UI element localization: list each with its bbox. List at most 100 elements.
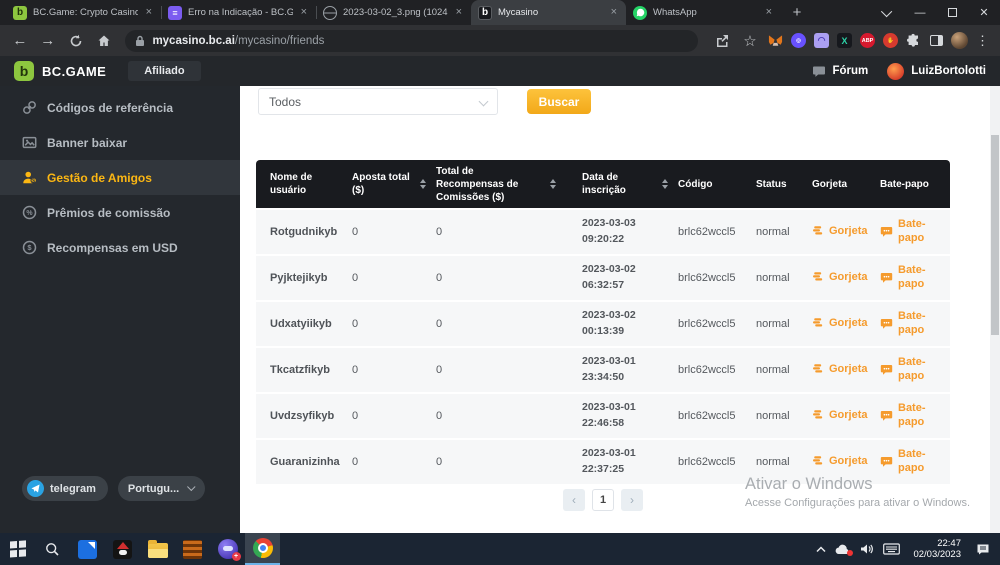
taskbar-clock[interactable]: 22:47 02/03/2023: [913, 538, 961, 560]
column-label: Nome de usuário: [270, 171, 342, 197]
tip-label: Gorjeta: [829, 409, 868, 421]
forward-icon[interactable]: →: [36, 29, 60, 53]
metamask-extension-icon[interactable]: [766, 31, 785, 50]
url-domain: mycasino.bc.ai: [152, 35, 234, 47]
ghost-wallet-extension-icon[interactable]: ◠: [812, 31, 831, 50]
affiliate-tab[interactable]: Afiliado: [128, 61, 200, 81]
tab-close-icon[interactable]: ×: [764, 7, 774, 18]
column-label: Data de inscrição: [582, 171, 656, 197]
browser-tab[interactable]: bMycasino×: [471, 0, 626, 25]
sort-arrows-icon[interactable]: [550, 179, 556, 189]
current-page-button[interactable]: 1: [592, 489, 614, 511]
home-icon[interactable]: [92, 29, 116, 53]
cell-chat: Bate-papo: [872, 356, 950, 384]
cell-bet-total: 0: [344, 456, 428, 468]
tray-cloud-icon[interactable]: [835, 544, 851, 555]
maximize-icon[interactable]: [936, 0, 968, 25]
chat-link[interactable]: Bate-papo: [880, 264, 942, 292]
chat-link[interactable]: Bate-papo: [880, 448, 942, 476]
sidebar-item-commission[interactable]: %Prêmios de comissão: [0, 195, 240, 230]
language-selector[interactable]: Portugu...: [118, 476, 205, 501]
next-page-button[interactable]: ›: [621, 489, 643, 511]
taskbar-app-purple-icon[interactable]: +: [210, 533, 245, 565]
tray-keyboard-icon[interactable]: [883, 543, 900, 555]
tab-search-chevron-icon[interactable]: [872, 0, 904, 25]
browser-tab[interactable]: ≡Erro na Indicação - BC.Game×: [161, 0, 316, 25]
browser-tab[interactable]: 2023-03-02_3.png (1024×76×: [316, 0, 471, 25]
reload-icon[interactable]: [64, 29, 88, 53]
x-exchange-extension-icon[interactable]: X: [835, 31, 854, 50]
tip-link[interactable]: Gorjeta: [812, 409, 868, 421]
side-panel-icon[interactable]: [927, 31, 946, 50]
cell-commission-rewards: 0: [428, 364, 574, 376]
purple-wallet-extension-icon[interactable]: ◎: [789, 31, 808, 50]
minimize-icon[interactable]: —: [904, 0, 936, 25]
profile-avatar[interactable]: [950, 31, 969, 50]
sidebar-item-usd[interactable]: $Recompensas em USD: [0, 230, 240, 265]
forum-link[interactable]: Fórum: [812, 65, 868, 78]
header-right: Fórum LuizBortolotti: [812, 63, 986, 80]
bookmark-star-icon[interactable]: ☆: [738, 29, 762, 53]
filter-select[interactable]: Todos: [258, 88, 498, 115]
tab-close-icon[interactable]: ×: [299, 7, 309, 18]
tip-link[interactable]: Gorjeta: [812, 225, 868, 237]
table-row: Rotgudnikyb002023-03-0309:20:22brlc62wcc…: [256, 210, 950, 254]
sidebar-item-link[interactable]: Códigos de referência: [0, 90, 240, 125]
tray-volume-icon[interactable]: [860, 543, 874, 555]
taskbar-search-icon[interactable]: [35, 533, 70, 565]
chat-link[interactable]: Bate-papo: [880, 218, 942, 246]
browser-tab[interactable]: bBC.Game: Crypto Casino Gam×: [6, 0, 161, 25]
taskbar-app-dark-icon[interactable]: [105, 533, 140, 565]
column-header[interactable]: Aposta total ($): [344, 160, 428, 208]
tip-link[interactable]: Gorjeta: [812, 317, 868, 329]
sidebar-item-friends[interactable]: $Gestão de Amigos: [0, 160, 240, 195]
red-stop-extension-icon[interactable]: ✋: [881, 31, 900, 50]
taskbar-app-amd-icon[interactable]: [70, 533, 105, 565]
cell-commission-rewards: 0: [428, 410, 574, 422]
cell-bet-total: 0: [344, 364, 428, 376]
address-bar[interactable]: mycasino.bc.ai /mycasino/friends: [125, 30, 698, 52]
tab-close-icon[interactable]: ×: [144, 7, 154, 18]
forum-label: Fórum: [832, 65, 868, 77]
tab-close-icon[interactable]: ×: [609, 7, 619, 18]
search-button[interactable]: Buscar: [527, 89, 591, 114]
sort-arrows-icon[interactable]: [420, 179, 426, 189]
taskbar-file-explorer-icon[interactable]: [140, 533, 175, 565]
back-icon[interactable]: ←: [8, 29, 32, 53]
abp-adblock-extension-icon[interactable]: ABP: [858, 31, 877, 50]
taskbar-chrome-icon[interactable]: [245, 533, 280, 565]
telegram-button[interactable]: telegram: [22, 476, 108, 501]
browser-tab[interactable]: WhatsApp ×: [626, 0, 781, 25]
user-avatar[interactable]: [887, 63, 904, 80]
column-header[interactable]: Data de inscrição: [574, 160, 670, 208]
tip-link[interactable]: Gorjeta: [812, 455, 868, 467]
bcgame-logo-icon[interactable]: b: [14, 61, 34, 81]
column-header[interactable]: Total de Recompensas de Comissões ($): [428, 160, 574, 208]
tab-title: WhatsApp: [653, 7, 758, 18]
cell-tip: Gorjeta: [804, 317, 872, 332]
tab-close-icon[interactable]: ×: [454, 7, 464, 18]
start-button[interactable]: [0, 533, 35, 565]
share-icon[interactable]: [710, 29, 734, 53]
cell-signup-date: 2023-03-0122:37:25: [574, 446, 670, 478]
chat-link[interactable]: Bate-papo: [880, 402, 942, 430]
prev-page-button[interactable]: ‹: [563, 489, 585, 511]
sort-arrows-icon[interactable]: [662, 179, 668, 189]
tab-title: BC.Game: Crypto Casino Gam: [33, 7, 138, 18]
browser-menu-icon[interactable]: ⋮: [973, 31, 992, 50]
chat-link[interactable]: Bate-papo: [880, 310, 942, 338]
tray-expand-chevron-icon[interactable]: [816, 546, 826, 553]
tip-link[interactable]: Gorjeta: [812, 363, 868, 375]
commission-percent-icon: %: [22, 205, 37, 220]
notification-center-icon[interactable]: [976, 543, 990, 556]
taskbar-app-striped-icon[interactable]: [175, 533, 210, 565]
scrollbar-thumb[interactable]: [991, 135, 999, 335]
new-tab-button[interactable]: +: [785, 1, 809, 25]
chat-link[interactable]: Bate-papo: [880, 356, 942, 384]
tip-link[interactable]: Gorjeta: [812, 271, 868, 283]
username-label[interactable]: LuizBortolotti: [911, 65, 986, 77]
extensions-puzzle-icon[interactable]: [904, 31, 923, 50]
sidebar-item-banner[interactable]: Banner baixar: [0, 125, 240, 160]
page-scrollbar[interactable]: [990, 86, 1000, 533]
close-icon[interactable]: ✕: [968, 0, 1000, 25]
